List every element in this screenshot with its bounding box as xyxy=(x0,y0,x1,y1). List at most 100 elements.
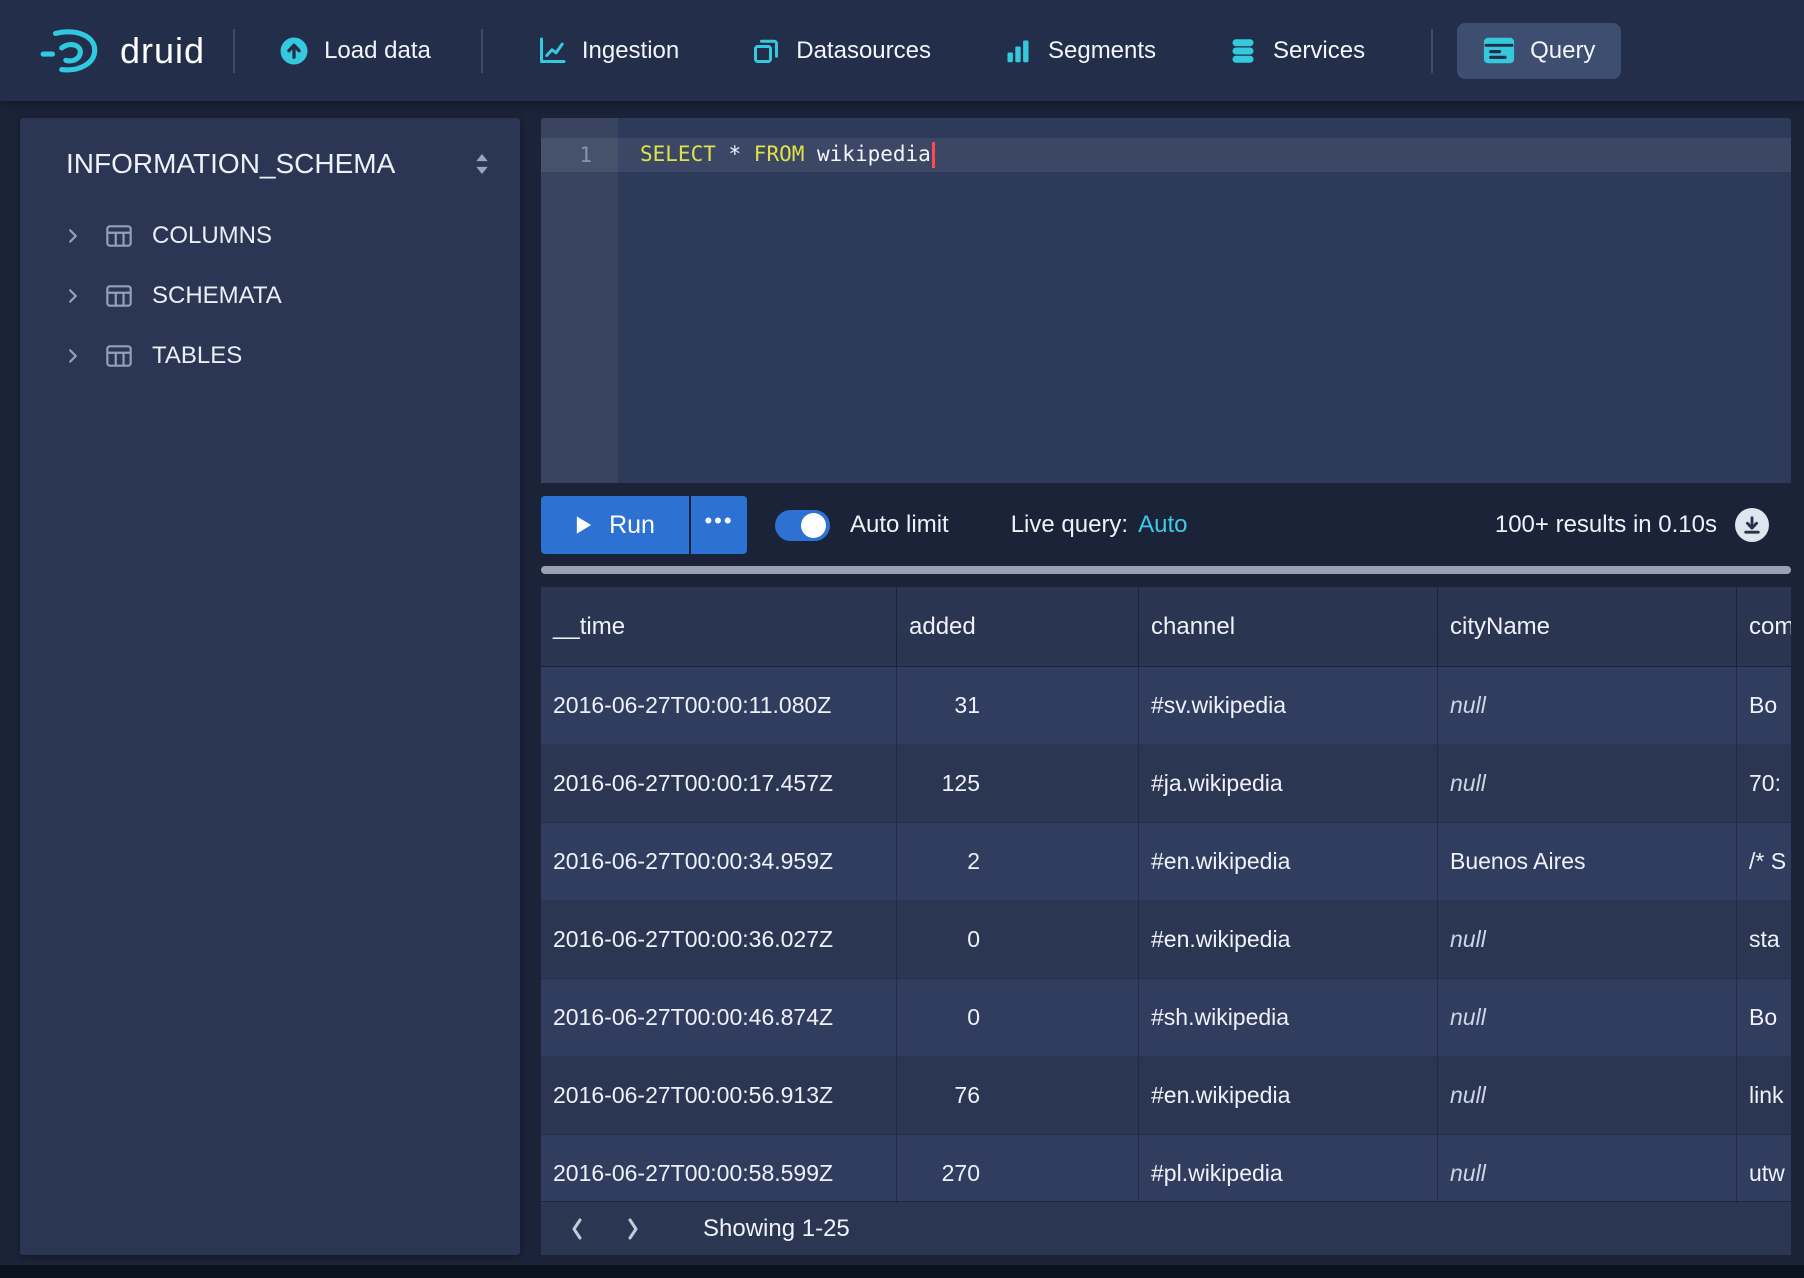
cell-added[interactable]: 125 xyxy=(897,745,1139,823)
sql-editor[interactable]: 1 SELECT * FROM wikipedia xyxy=(541,118,1791,483)
sql-text: * xyxy=(716,142,754,166)
chevron-right-icon xyxy=(64,347,82,365)
navbar-divider xyxy=(481,29,483,73)
cell-time[interactable]: 2016-06-27T00:00:11.080Z xyxy=(541,667,897,745)
nav-item-load-data[interactable]: Load data xyxy=(279,36,431,66)
tree-item-tables[interactable]: TABLES xyxy=(20,326,520,386)
cell-comment[interactable]: sta xyxy=(1737,901,1791,979)
console-icon xyxy=(1483,37,1515,64)
cell-channel[interactable]: #sv.wikipedia xyxy=(1139,667,1438,745)
tree-item-schemata[interactable]: SCHEMATA xyxy=(20,266,520,326)
horizontal-scrollbar[interactable] xyxy=(541,566,1791,574)
cell-comment[interactable]: /* S xyxy=(1737,823,1791,901)
cell-cityname[interactable]: null xyxy=(1438,1057,1737,1135)
brand[interactable]: druid xyxy=(38,26,205,76)
cell-channel[interactable]: #en.wikipedia xyxy=(1139,1057,1438,1135)
toggle-knob xyxy=(801,513,826,538)
bottom-strip xyxy=(0,1265,1804,1278)
run-more-button[interactable]: ••• xyxy=(691,496,747,554)
download-button[interactable] xyxy=(1735,508,1769,542)
column-header-cityname[interactable]: cityName xyxy=(1438,587,1737,667)
table-row: 2016-06-27T00:00:56.913Z 76 #en.wikipedi… xyxy=(541,1057,1791,1135)
table-body: 2016-06-27T00:00:11.080Z 31 #sv.wikipedi… xyxy=(541,667,1791,1213)
chevron-right-icon xyxy=(64,287,82,305)
cell-cityname[interactable]: null xyxy=(1438,901,1737,979)
next-page-button[interactable] xyxy=(605,1202,661,1255)
cell-time[interactable]: 2016-06-27T00:00:36.027Z xyxy=(541,901,897,979)
nav-item-label: Ingestion xyxy=(582,37,679,65)
cell-cityname[interactable]: null xyxy=(1438,979,1737,1057)
column-header-channel[interactable]: channel xyxy=(1139,587,1438,667)
sql-keyword: SELECT xyxy=(640,142,716,166)
sql-keyword: FROM xyxy=(754,142,805,166)
nav-item-query-active[interactable]: Query xyxy=(1457,23,1621,79)
cell-added[interactable]: 0 xyxy=(897,979,1139,1057)
column-header-added[interactable]: added xyxy=(897,587,1139,667)
column-header-comment[interactable]: comment xyxy=(1737,587,1791,667)
nav-item-label: Datasources xyxy=(796,37,931,65)
results-table: __time added channel cityName comment 20… xyxy=(541,587,1791,1255)
stacked-squares-icon xyxy=(751,36,781,66)
sql-text: wikipedia xyxy=(804,142,930,166)
cell-comment[interactable]: Bo xyxy=(1737,667,1791,745)
cell-comment[interactable]: link xyxy=(1737,1057,1791,1135)
editor-active-line: 1 SELECT * FROM wikipedia xyxy=(541,138,1791,172)
nav-item-segments[interactable]: Segments xyxy=(1003,36,1156,66)
live-query-value[interactable]: Auto xyxy=(1138,511,1187,538)
druid-logo-icon xyxy=(38,26,104,76)
ingestion-chart-icon xyxy=(537,36,567,66)
cell-cityname[interactable]: null xyxy=(1438,745,1737,823)
cell-time[interactable]: 2016-06-27T00:00:56.913Z xyxy=(541,1057,897,1135)
schema-selector[interactable]: INFORMATION_SCHEMA xyxy=(20,118,520,188)
navbar-divider xyxy=(233,29,235,73)
cell-comment[interactable]: Bo xyxy=(1737,979,1791,1057)
download-circle-icon xyxy=(1742,515,1762,535)
cell-added[interactable]: 0 xyxy=(897,901,1139,979)
prev-page-button[interactable] xyxy=(549,1202,605,1255)
cell-added[interactable]: 76 xyxy=(897,1057,1139,1135)
showing-label: Showing 1-25 xyxy=(703,1215,850,1243)
cell-time[interactable]: 2016-06-27T00:00:46.874Z xyxy=(541,979,897,1057)
chevron-right-icon xyxy=(64,227,82,245)
nav-item-services[interactable]: Services xyxy=(1228,36,1365,66)
chevron-right-icon xyxy=(625,1217,641,1241)
live-query-label: Live query: Auto xyxy=(1011,511,1188,539)
cell-cityname[interactable]: null xyxy=(1438,667,1737,745)
nav-item-ingestion[interactable]: Ingestion xyxy=(537,36,679,66)
text-cursor xyxy=(932,142,935,168)
live-query-text: Live query: xyxy=(1011,511,1128,538)
cell-channel[interactable]: #en.wikipedia xyxy=(1139,823,1438,901)
auto-limit-toggle[interactable] xyxy=(775,510,830,541)
cell-time[interactable]: 2016-06-27T00:00:17.457Z xyxy=(541,745,897,823)
run-button[interactable]: Run xyxy=(541,496,689,554)
cell-added[interactable]: 2 xyxy=(897,823,1139,901)
upload-circle-icon xyxy=(279,36,309,66)
run-button-label: Run xyxy=(609,511,655,540)
table-grid-icon xyxy=(106,225,132,247)
query-view: 1 SELECT * FROM wikipedia Run ••• Auto l… xyxy=(541,118,1791,1255)
table-row: 2016-06-27T00:00:11.080Z 31 #sv.wikipedi… xyxy=(541,667,1791,745)
schema-tree: COLUMNS SCHEMATA TABLES xyxy=(20,206,520,386)
chevron-left-icon xyxy=(569,1217,585,1241)
nav-item-datasources[interactable]: Datasources xyxy=(751,36,931,66)
schema-title: INFORMATION_SCHEMA xyxy=(66,148,395,180)
cell-time[interactable]: 2016-06-27T00:00:34.959Z xyxy=(541,823,897,901)
cell-channel[interactable]: #sh.wikipedia xyxy=(1139,979,1438,1057)
column-header-time[interactable]: __time xyxy=(541,587,897,667)
table-row: 2016-06-27T00:00:17.457Z 125 #ja.wikiped… xyxy=(541,745,1791,823)
tree-item-label: SCHEMATA xyxy=(152,282,282,310)
cell-cityname[interactable]: Buenos Aires xyxy=(1438,823,1737,901)
tree-item-label: TABLES xyxy=(152,342,242,370)
results-info: 100+ results in 0.10s xyxy=(1495,511,1717,539)
cell-comment[interactable]: 70: xyxy=(1737,745,1791,823)
cell-channel[interactable]: #ja.wikipedia xyxy=(1139,745,1438,823)
nav-item-label: Services xyxy=(1273,37,1365,65)
tree-item-columns[interactable]: COLUMNS xyxy=(20,206,520,266)
brand-text: druid xyxy=(120,30,205,72)
sql-code[interactable]: SELECT * FROM wikipedia xyxy=(618,142,935,168)
schema-panel: INFORMATION_SCHEMA COLUMNS SCHEMATA xyxy=(20,118,520,1255)
cell-added[interactable]: 31 xyxy=(897,667,1139,745)
navbar: druid Load data Ingestion Datasources Se… xyxy=(0,0,1804,101)
nav-item-label: Query xyxy=(1530,37,1595,65)
cell-channel[interactable]: #en.wikipedia xyxy=(1139,901,1438,979)
